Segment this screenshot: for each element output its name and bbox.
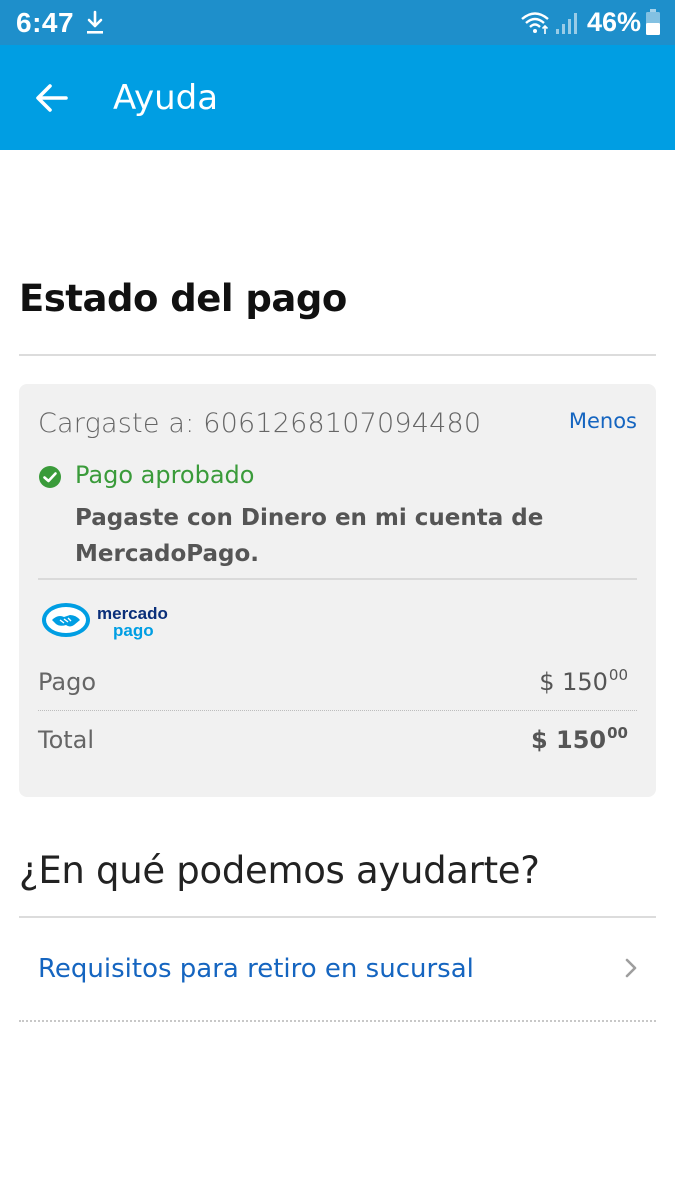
payment-status-approved: Pago aprobado xyxy=(75,461,255,489)
help-item-label: Requisitos para retiro en sucursal xyxy=(38,954,474,984)
arrow-left-icon[interactable] xyxy=(34,80,70,116)
paid-with-text: Pagaste con Dinero en mi cuenta de Merca… xyxy=(75,505,544,567)
signal-icon xyxy=(556,13,577,34)
check-circle-icon xyxy=(39,466,61,488)
status-bar: 6:47 46% xyxy=(0,0,675,45)
total-row-value: $ 15000 xyxy=(531,724,628,754)
divider xyxy=(19,354,656,356)
payment-row-value: $ 15000 xyxy=(539,666,628,696)
section-title-help: ¿En qué podemos ayudarte? xyxy=(19,849,540,892)
app-bar: Ayuda xyxy=(0,45,675,150)
payment-row-label: Pago xyxy=(38,668,97,696)
amount: $ 150 xyxy=(539,668,608,696)
total-row-label: Total xyxy=(38,726,95,754)
help-item-pickup-requirements[interactable]: Requisitos para retiro en sucursal xyxy=(19,919,656,1020)
download-icon xyxy=(87,10,103,34)
charged-to-text: Cargaste a: 6061268107094480 xyxy=(38,408,482,439)
battery-percent: 46% xyxy=(587,7,642,37)
collapse-details-link[interactable]: Menos xyxy=(569,409,637,433)
wifi-icon xyxy=(521,12,549,34)
dotted-divider xyxy=(19,1020,656,1022)
battery-icon xyxy=(646,9,660,35)
section-title-payment-status: Estado del pago xyxy=(19,277,347,320)
divider xyxy=(38,578,637,580)
dotted-divider xyxy=(38,710,637,711)
mercadopago-logo: mercado pago xyxy=(42,603,168,640)
status-time: 6:47 xyxy=(16,7,75,38)
cents: 00 xyxy=(608,666,628,684)
cents: 00 xyxy=(607,724,628,742)
chevron-right-icon xyxy=(625,958,637,978)
amount: $ 150 xyxy=(530,726,607,754)
page-title: Ayuda xyxy=(113,78,219,118)
payment-card: Cargaste a: 6061268107094480 Menos Pago … xyxy=(19,384,656,797)
divider xyxy=(19,916,656,918)
logo-text-pago: pago xyxy=(113,621,154,640)
